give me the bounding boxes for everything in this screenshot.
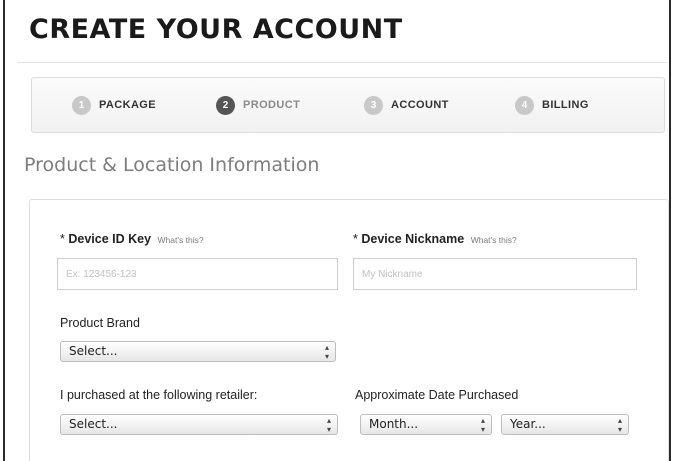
date-purchased-label: Approximate Date Purchased [355, 388, 519, 402]
retailer-label: I purchased at the following retailer: [60, 388, 258, 402]
step-product[interactable]: 2 PRODUCT [216, 95, 300, 115]
select-arrows-icon: ▴ ▾ [326, 416, 331, 434]
retailer-selected: Select... [69, 417, 118, 431]
month-selected: Month... [369, 417, 419, 431]
section-title: Product & Location Information [24, 154, 320, 176]
step-billing[interactable]: 4 BILLING [515, 95, 589, 115]
step-label: PACKAGE [99, 99, 156, 111]
product-location-form: * Device ID Key What's this? * Device Ni… [29, 199, 669, 461]
step-number-badge: 3 [364, 95, 383, 115]
product-brand-label: Product Brand [60, 316, 140, 330]
required-marker: * [60, 232, 65, 246]
device-nickname-help-link[interactable]: What's this? [471, 235, 517, 245]
step-number-badge: 1 [72, 95, 91, 115]
device-nickname-input[interactable] [353, 258, 637, 290]
required-marker: * [353, 232, 358, 246]
device-id-input[interactable] [57, 258, 338, 290]
device-id-label: * Device ID Key What's this? [60, 232, 204, 246]
product-brand-select[interactable]: Select... ▴ ▾ [60, 341, 336, 362]
select-arrows-icon: ▴ ▾ [480, 416, 485, 434]
device-nickname-label-text: Device Nickname [361, 232, 465, 246]
step-number-badge: 4 [515, 95, 534, 115]
month-select[interactable]: Month... ▴ ▾ [360, 414, 492, 435]
select-arrows-icon: ▴ ▾ [324, 343, 329, 361]
year-select[interactable]: Year... ▴ ▾ [501, 414, 629, 435]
device-nickname-label: * Device Nickname What's this? [353, 232, 517, 246]
step-number-badge: 2 [216, 95, 235, 115]
title-divider [17, 62, 667, 63]
step-package[interactable]: 1 PACKAGE [72, 95, 156, 115]
product-brand-selected: Select... [69, 344, 118, 358]
year-selected: Year... [510, 417, 546, 431]
page-frame: CREATE YOUR ACCOUNT 1 PACKAGE 2 PRODUCT … [3, 0, 671, 461]
select-arrows-icon: ▴ ▾ [617, 416, 622, 434]
page-title: CREATE YOUR ACCOUNT [29, 14, 403, 45]
step-label: BILLING [542, 99, 589, 111]
step-label: PRODUCT [243, 99, 301, 111]
retailer-select[interactable]: Select... ▴ ▾ [60, 414, 338, 435]
device-id-label-text: Device ID Key [68, 232, 152, 246]
step-account[interactable]: 3 ACCOUNT [364, 95, 449, 115]
step-label: ACCOUNT [391, 99, 449, 111]
progress-steps: 1 PACKAGE 2 PRODUCT 3 ACCOUNT 4 BILLING [31, 77, 665, 133]
device-id-help-link[interactable]: What's this? [158, 235, 204, 245]
